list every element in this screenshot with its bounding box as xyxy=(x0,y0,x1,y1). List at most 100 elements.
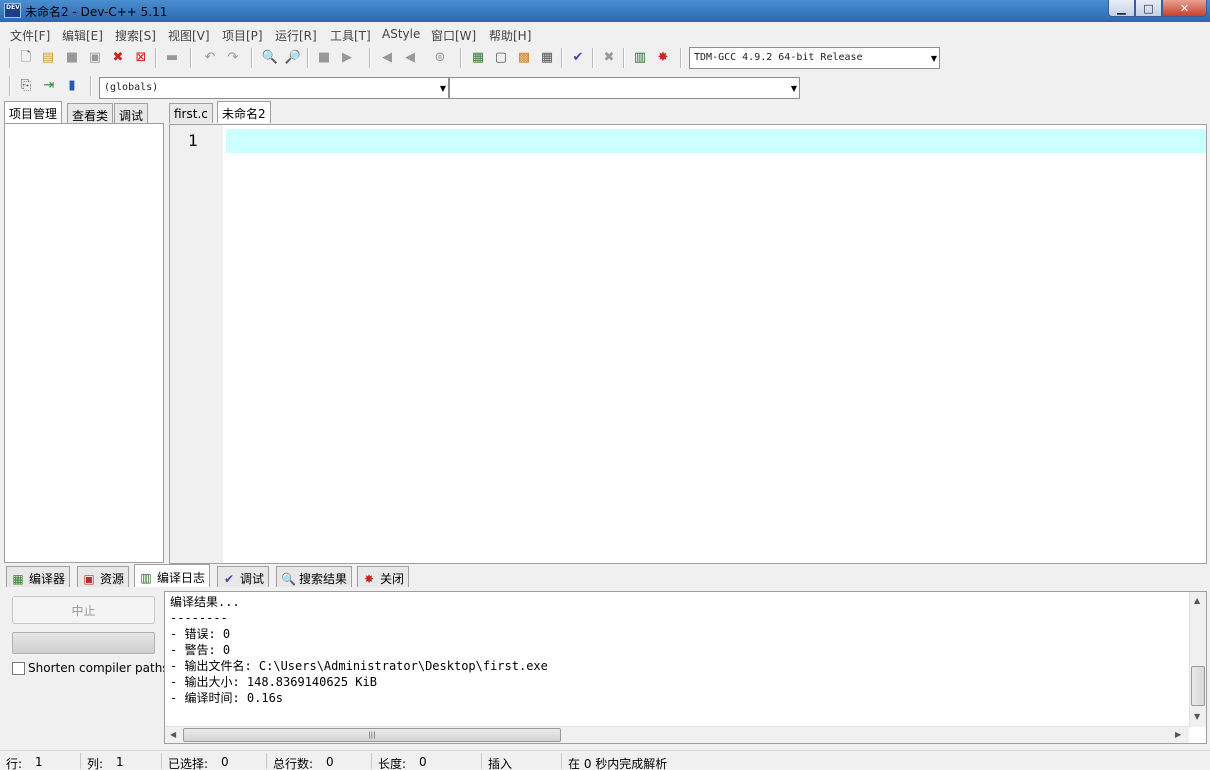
save-icon[interactable]: ■ xyxy=(63,49,81,67)
status-selected-value: 0 xyxy=(221,755,229,769)
log-line: - 警告: 0 xyxy=(170,643,231,657)
tab-search-results[interactable]: 🔍 搜索结果 xyxy=(276,566,353,587)
maximize-button[interactable]: □ xyxy=(1135,0,1162,17)
project-tree-panel[interactable] xyxy=(4,123,164,563)
tab-debug[interactable]: 调试 xyxy=(114,103,149,123)
main-toolbar: 🗋 ▤ ■ ▣ ✖ ⊠ ▬ ↶ ↷ 🔍 🔎 ■ ▶ ◀ ◀ ⊜ ▦ ▢ ▩ ▦ … xyxy=(0,45,1210,73)
tab-file-first[interactable]: first.c xyxy=(169,103,213,123)
compiler-select-value: TDM-GCC 4.9.2 64-bit Release xyxy=(694,52,863,63)
tab-label: 编译器 xyxy=(29,572,66,586)
unindent-icon[interactable]: ◀ xyxy=(401,49,419,67)
scope-select[interactable]: (globals) ▼ xyxy=(99,77,449,99)
status-insert-mode: 插入 xyxy=(488,757,513,770)
line-number: 1 xyxy=(188,131,198,150)
log-line: - 输出大小: 148.8369140625 KiB xyxy=(170,675,377,689)
print-icon[interactable]: ▬ xyxy=(163,49,181,67)
menu-window[interactable]: 窗口[W] xyxy=(431,27,476,44)
tab-label: 编译日志 xyxy=(157,571,206,585)
tab-label: 调试 xyxy=(240,572,265,586)
back-icon[interactable]: ■ xyxy=(315,49,333,67)
save-all-icon[interactable]: ▣ xyxy=(86,49,104,67)
add-to-project-icon[interactable]: ⇥ xyxy=(40,77,58,95)
tab-compile-log[interactable]: ▥ 编译日志 xyxy=(134,564,211,587)
chevron-down-icon: ▼ xyxy=(439,84,446,93)
tab-compiler[interactable]: ▦ 编译器 xyxy=(6,566,71,587)
log-horizontal-scrollbar[interactable]: ◀ ||| ▶ xyxy=(165,726,1189,743)
scroll-right-icon[interactable]: ▶ xyxy=(1175,730,1181,739)
toggle-comment-icon[interactable]: ⊜ xyxy=(431,49,449,67)
tab-label: 项目管理 xyxy=(9,107,58,121)
tab-close[interactable]: ✸ 关闭 xyxy=(357,566,410,587)
menu-run[interactable]: 运行[R] xyxy=(275,27,317,44)
redo-icon[interactable]: ↷ xyxy=(224,49,242,67)
log-vertical-scrollbar[interactable]: ▲ ▼ xyxy=(1189,592,1206,727)
status-bar: 行: 1 列: 1 已选择: 0 总行数: 0 长度: 0 插入 在 0 秒内完… xyxy=(0,750,1210,770)
indent-icon[interactable]: ◀ xyxy=(378,49,396,67)
tab-resources[interactable]: ▣ 资源 xyxy=(77,566,130,587)
close-button[interactable]: ✕ xyxy=(1162,0,1207,17)
status-row-value: 1 xyxy=(35,755,43,769)
compile-icon[interactable]: ▦ xyxy=(469,49,487,67)
horizontal-scroll-thumb[interactable]: ||| xyxy=(183,728,561,742)
compiler-select[interactable]: TDM-GCC 4.9.2 64-bit Release ▼ xyxy=(689,47,940,69)
menu-tools[interactable]: 工具[T] xyxy=(330,27,371,44)
compile-run-icon[interactable]: ▩ xyxy=(515,49,533,67)
scroll-left-icon[interactable]: ◀ xyxy=(170,730,176,739)
status-selected-label: 已选择: xyxy=(168,757,209,770)
menu-astyle[interactable]: AStyle xyxy=(382,27,420,41)
remove-from-project-icon[interactable]: ▮ xyxy=(63,77,81,95)
tab-project-manager[interactable]: 项目管理 xyxy=(4,101,63,123)
vertical-scroll-thumb[interactable] xyxy=(1191,666,1205,706)
new-file-icon[interactable]: 🗋 xyxy=(17,49,35,67)
menu-bar: 文件[F] 编辑[E] 搜索[S] 视图[V] 项目[P] 运行[R] 工具[T… xyxy=(0,24,1210,44)
menu-project[interactable]: 项目[P] xyxy=(222,27,263,44)
compile-log-icon: ▥ xyxy=(140,570,152,585)
new-project-icon[interactable]: ⎘ xyxy=(17,77,35,95)
shorten-paths-checkbox[interactable] xyxy=(12,662,25,675)
log-line: - 错误: 0 xyxy=(170,627,231,641)
shorten-paths-label: Shorten compiler paths xyxy=(28,661,169,675)
status-parse-info: 在 0 秒内完成解析 xyxy=(568,757,668,770)
minimize-button[interactable]: ▁ xyxy=(1108,0,1135,17)
tab-debug-output[interactable]: ✔ 调试 xyxy=(217,566,270,587)
window-title: 未命名2 - Dev-C++ 5.11 xyxy=(25,5,168,19)
app-icon[interactable]: DEV xyxy=(4,3,21,18)
rebuild-icon[interactable]: ▦ xyxy=(538,49,556,67)
close-all-icon[interactable]: ⊠ xyxy=(132,49,150,67)
tab-class-browser[interactable]: 查看类 xyxy=(67,103,114,123)
tab-label: 资源 xyxy=(100,572,125,586)
member-select[interactable]: ▼ xyxy=(449,77,800,99)
find-icon[interactable]: 🔍 xyxy=(261,49,279,67)
scroll-up-icon[interactable]: ▲ xyxy=(1194,596,1200,605)
tab-file-untitled2[interactable]: 未命名2 xyxy=(217,101,271,123)
replace-icon[interactable]: 🔎 xyxy=(284,49,302,67)
tab-label: 查看类 xyxy=(72,109,109,123)
close-file-icon[interactable]: ✖ xyxy=(109,49,127,67)
active-line-highlight xyxy=(226,129,1206,153)
status-length-label: 长度: xyxy=(378,757,407,770)
compile-log[interactable]: 编译结果... -------- - 错误: 0 - 警告: 0 - 输出文件名… xyxy=(164,591,1207,744)
log-line: - 输出文件名: C:\Users\Administrator\Desktop\… xyxy=(170,659,548,673)
menu-view[interactable]: 视图[V] xyxy=(168,27,210,44)
undo-icon[interactable]: ↶ xyxy=(201,49,219,67)
menu-search[interactable]: 搜索[S] xyxy=(115,27,156,44)
abort-icon[interactable]: ✖ xyxy=(600,49,618,67)
menu-edit[interactable]: 编辑[E] xyxy=(62,27,103,44)
delete-profile-icon[interactable]: ✸ xyxy=(654,49,672,67)
close-icon: ✸ xyxy=(363,571,375,586)
tab-label: 调试 xyxy=(119,109,144,123)
menu-help[interactable]: 帮助[H] xyxy=(489,27,531,44)
app-icon-text: DEV xyxy=(6,4,20,11)
open-file-icon[interactable]: ▤ xyxy=(39,49,57,67)
run-icon[interactable]: ▢ xyxy=(492,49,510,67)
stop-button[interactable]: 中止 xyxy=(12,596,155,624)
search-icon: 🔍 xyxy=(281,571,296,586)
status-lines-label: 总行数: xyxy=(273,757,314,770)
scroll-down-icon[interactable]: ▼ xyxy=(1194,712,1200,721)
menu-file[interactable]: 文件[F] xyxy=(10,27,50,44)
syntax-check-icon[interactable]: ✔ xyxy=(569,49,587,67)
status-lines-value: 0 xyxy=(326,755,334,769)
profile-icon[interactable]: ▥ xyxy=(631,49,649,67)
forward-icon[interactable]: ▶ xyxy=(338,49,356,67)
code-editor[interactable]: 1 xyxy=(169,124,1207,564)
